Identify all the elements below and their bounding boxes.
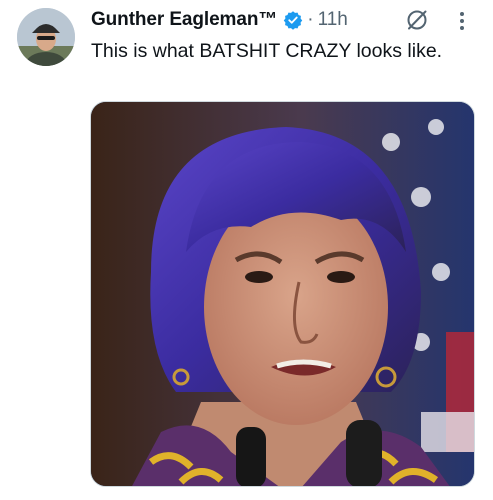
tweet-header: Gunther Eagleman™ · 11h	[91, 6, 348, 34]
author-name[interactable]: Gunther Eagleman™	[91, 9, 277, 31]
separator: ·	[307, 9, 314, 30]
more-vertical-icon[interactable]	[455, 10, 469, 32]
timestamp[interactable]: 11h	[318, 9, 348, 31]
tweet-photo[interactable]	[90, 101, 475, 487]
verified-badge-icon	[283, 10, 303, 30]
author-avatar[interactable]	[17, 8, 75, 66]
tweet-text: This is what BATSHIT CRAZY looks like.	[91, 40, 443, 62]
grok-slash-icon[interactable]	[405, 8, 429, 32]
